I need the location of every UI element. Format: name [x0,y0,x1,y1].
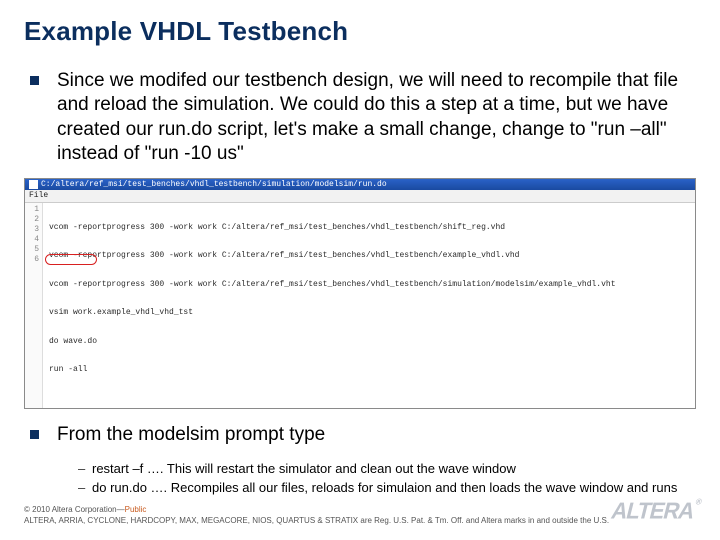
line-number-gutter: 1 2 3 4 5 6 [25,203,43,409]
sub-item-1: – restart –f …. This will restart the si… [78,460,696,478]
sub-bullet-list: – restart –f …. This will restart the si… [78,460,696,497]
slide-title: Example VHDL Testbench [24,16,696,47]
sub-item-2-text: do run.do …. Recompiles all our files, r… [92,479,677,497]
copyright-public: Public [125,505,147,514]
code-line: do wave.do [49,337,616,347]
sub-item-1-text: restart –f …. This will restart the simu… [92,460,516,478]
code-line: vsim work.example_vhdl_vhd_tst [49,308,616,318]
line-number: 2 [25,215,39,225]
line-number: 3 [25,225,39,235]
file-icon [29,180,38,189]
line-number: 5 [25,245,39,255]
bullet-marker-icon [30,76,39,85]
code-line: vcom -reportprogress 300 -work work C:/a… [49,223,616,233]
bullet-1-text: Since we modifed our testbench design, w… [57,69,696,166]
editor-menubar: File [25,190,695,202]
bullet-1: Since we modifed our testbench design, w… [24,69,696,166]
bullet-marker-icon [30,430,39,439]
editor-path: C:/altera/ref_msi/test_benches/vhdl_test… [41,180,387,189]
line-number: 6 [25,255,39,265]
code-line: vcom -reportprogress 300 -work work C:/a… [49,251,616,261]
line-number: 4 [25,235,39,245]
copyright-text: © 2010 Altera Corporation— [24,505,125,514]
sub-item-2: – do run.do …. Recompiles all our files,… [78,479,696,497]
logo-text: ALTERA [608,497,696,523]
copyright-line: © 2010 Altera Corporation—Public [24,505,696,515]
code-line: vcom -reportprogress 300 -work work C:/a… [49,280,616,290]
line-number: 1 [25,205,39,215]
code-lines: vcom -reportprogress 300 -work work C:/a… [43,203,620,409]
code-editor-window: C:/altera/ref_msi/test_benches/vhdl_test… [24,178,696,409]
editor-body: 1 2 3 4 5 6 vcom -reportprogress 300 -wo… [25,203,695,409]
dash-icon: – [78,479,92,497]
editor-titlebar: C:/altera/ref_msi/test_benches/vhdl_test… [25,179,695,190]
dash-icon: – [78,460,92,478]
bullet-2: From the modelsim prompt type [24,423,696,447]
code-line: run -all [49,365,616,375]
slide-footer: © 2010 Altera Corporation—Public ALTERA,… [24,505,696,526]
trademark-line: ALTERA, ARRIA, CYCLONE, HARDCOPY, MAX, M… [24,516,696,526]
bullet-2-text: From the modelsim prompt type [57,423,325,447]
altera-logo: ALTERA® [608,497,701,524]
